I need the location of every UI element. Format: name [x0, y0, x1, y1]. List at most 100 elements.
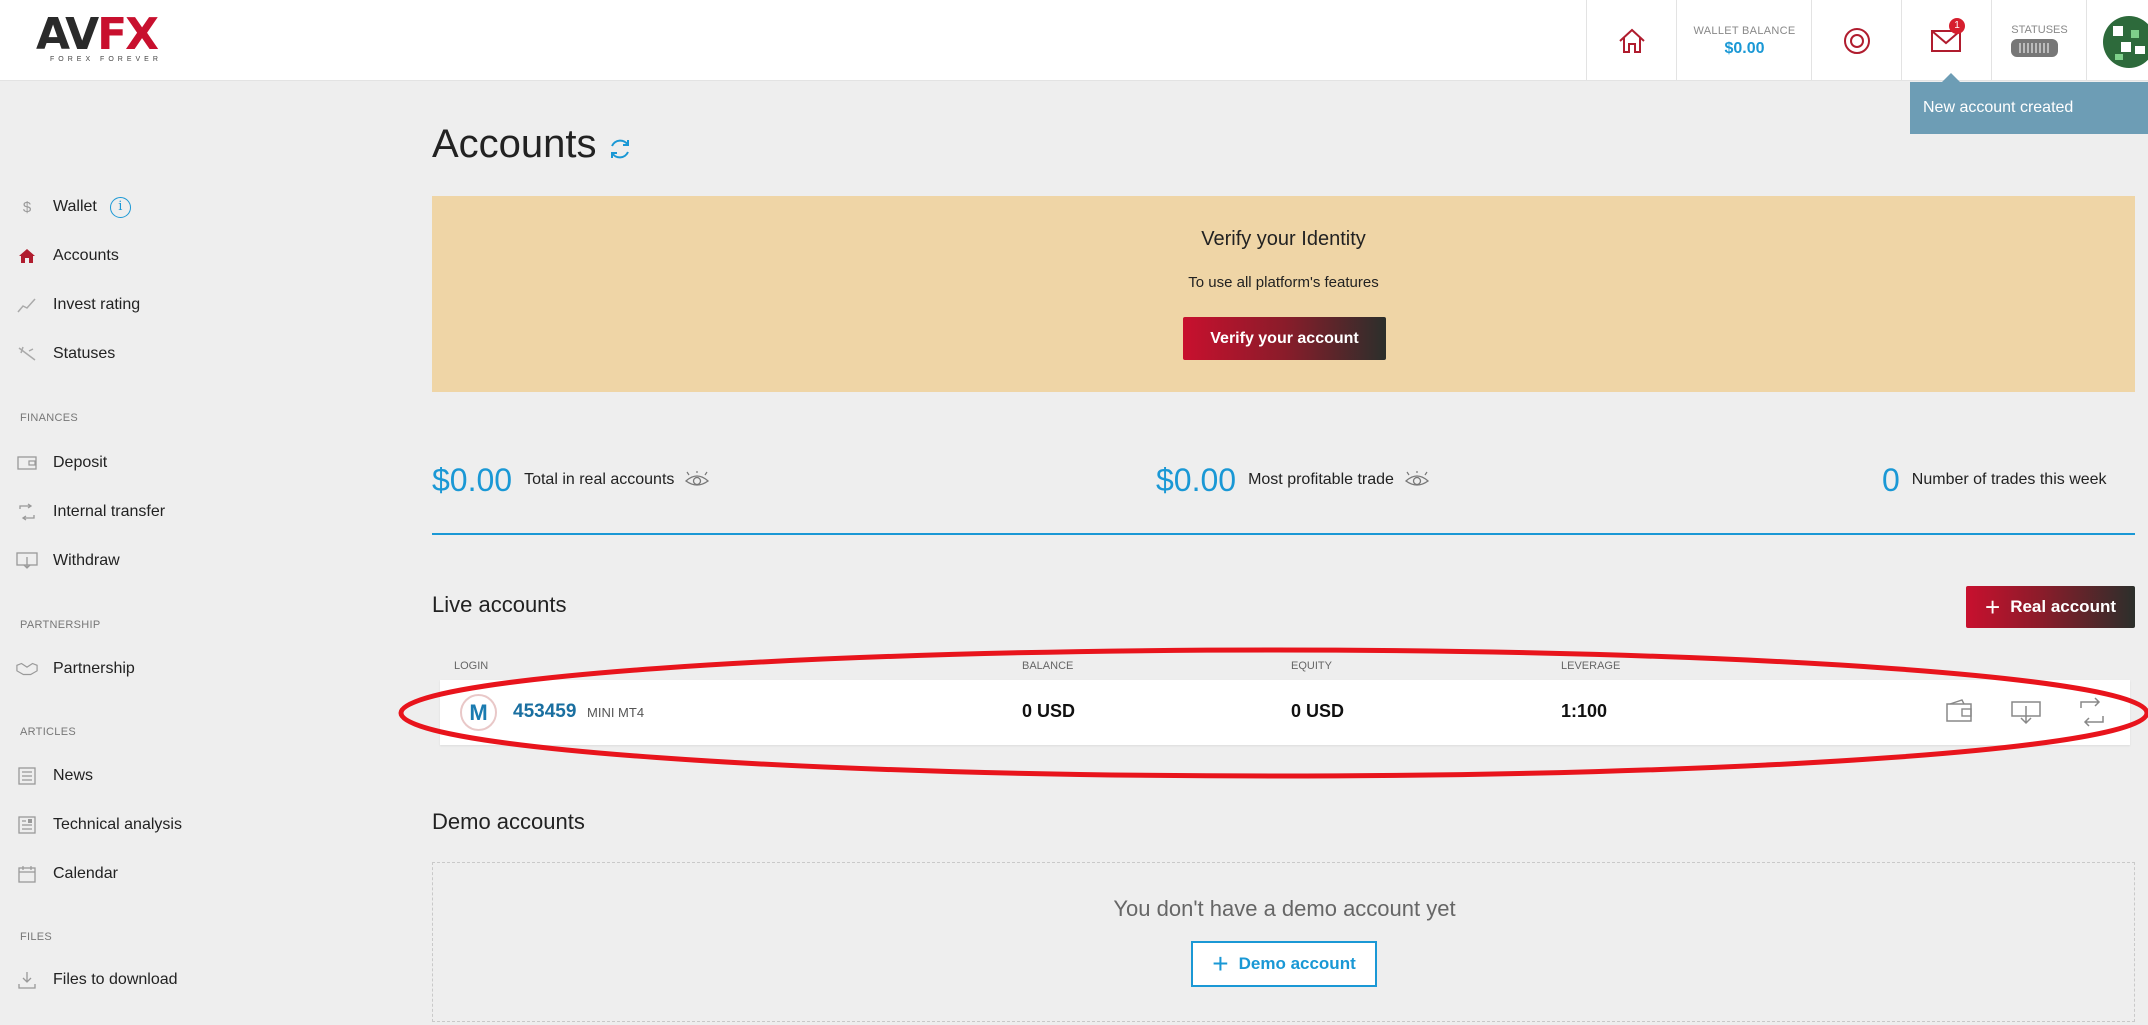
- avatar[interactable]: [2103, 16, 2148, 68]
- sidebar-item-label: Calendar: [53, 865, 118, 882]
- account-equity: 0 USD: [1291, 701, 1345, 721]
- transfer-icon: [16, 501, 38, 523]
- sidebar-item-label: News: [53, 767, 94, 784]
- home-button[interactable]: [1586, 0, 1676, 81]
- plus-icon: +: [1212, 948, 1229, 979]
- sidebar-item-label: Invest rating: [53, 296, 141, 313]
- verify-title: Verify your Identity: [1201, 228, 1366, 250]
- wallet-balance[interactable]: WALLET BALANCE $0.00: [1676, 0, 1811, 81]
- sidebar-item-internal-transfer[interactable]: Internal transfer: [16, 497, 165, 527]
- withdraw-icon[interactable]: [2009, 696, 2043, 728]
- top-header: AVFX FOREX FOREVER WALLET BALANCE $0.00 …: [0, 0, 2148, 81]
- sidebar-item-files-to-download[interactable]: Files to download: [16, 965, 178, 995]
- support-button[interactable]: [1811, 0, 1901, 81]
- sidebar-item-wallet[interactable]: $ Wallet i: [16, 192, 131, 222]
- wallet-balance-value: $0.00: [1724, 40, 1765, 57]
- home-icon: [1619, 28, 1645, 53]
- avatar-pattern-icon: [2113, 26, 2145, 60]
- stats-divider: [432, 533, 2135, 535]
- statuses-icon: [16, 343, 38, 365]
- sidebar-item-technical-analysis[interactable]: Technical analysis: [16, 810, 182, 840]
- sidebar-item-calendar[interactable]: Calendar: [16, 859, 118, 889]
- stat-value: 0: [1882, 461, 1900, 498]
- wallet-balance-label: WALLET BALANCE: [1693, 25, 1796, 37]
- section-files: FILES: [20, 931, 53, 943]
- sidebar-item-news[interactable]: News: [16, 761, 93, 791]
- column-leverage: LEVERAGE: [1561, 660, 1621, 672]
- chart-line-icon: [16, 294, 38, 316]
- sidebar-item-withdraw[interactable]: Withdraw: [16, 546, 120, 576]
- add-real-account-button[interactable]: + Real account: [1966, 586, 2135, 628]
- stat-most-profitable: $0.00 Most profitable trade: [1156, 460, 1430, 500]
- dollar-icon: $: [22, 198, 32, 216]
- sidebar-item-accounts[interactable]: Accounts: [16, 241, 119, 271]
- sidebar-item-label: Internal transfer: [53, 503, 166, 520]
- verify-identity-banner: Verify your Identity To use all platform…: [432, 196, 2135, 392]
- sidebar: $ Wallet i Accounts Invest rating Status…: [0, 82, 400, 1025]
- verify-account-button[interactable]: Verify your account: [1183, 317, 1386, 360]
- stat-label: Number of trades this week: [1911, 471, 2107, 488]
- account-login[interactable]: 453459: [513, 701, 576, 723]
- stat-value: $0.00: [432, 461, 513, 498]
- sidebar-item-label: Partnership: [53, 660, 135, 677]
- stat-trades-week: 0 Number of trades this week: [1882, 460, 2107, 500]
- sidebar-item-invest-rating[interactable]: Invest rating: [16, 290, 140, 320]
- section-partnership: PARTNERSHIP: [20, 619, 101, 631]
- sidebar-item-deposit[interactable]: Deposit: [16, 448, 107, 478]
- account-balance: 0 USD: [1022, 701, 1076, 721]
- column-equity: EQUITY: [1291, 660, 1332, 672]
- download-icon: [16, 969, 38, 991]
- live-accounts-title: Live accounts: [432, 592, 567, 617]
- messages-button[interactable]: 1: [1901, 0, 1991, 81]
- statuses-label: STATUSES: [2011, 24, 2068, 36]
- add-demo-account-button[interactable]: + Demo account: [1191, 941, 1377, 987]
- plus-icon: +: [1985, 592, 2001, 622]
- logo-text-b: FX: [97, 9, 159, 60]
- sidebar-item-label: Wallet: [53, 198, 97, 215]
- stat-total-real: $0.00 Total in real accounts: [432, 460, 710, 500]
- demo-accounts-title: Demo accounts: [432, 809, 585, 834]
- demo-empty-message: You don't have a demo account yet: [1113, 896, 1456, 921]
- status-progress-icon: [2011, 39, 2058, 57]
- column-login: LOGIN: [454, 660, 489, 672]
- add-demo-account-label: Demo account: [1238, 954, 1356, 973]
- analysis-icon: [16, 814, 38, 836]
- sidebar-item-partnership[interactable]: Partnership: [16, 654, 135, 684]
- wallet-icon: [16, 452, 38, 474]
- stat-value: $0.00: [1156, 461, 1237, 498]
- profile-menu[interactable]: [2086, 0, 2148, 81]
- calendar-icon: [16, 863, 38, 885]
- info-icon[interactable]: i: [109, 196, 131, 218]
- transfer-icon[interactable]: [2075, 696, 2109, 728]
- sidebar-item-label: Accounts: [53, 247, 119, 264]
- statuses-widget[interactable]: STATUSES: [1991, 0, 2086, 81]
- page-title: Accounts: [432, 122, 597, 166]
- section-articles: ARTICLES: [20, 726, 76, 738]
- mail-count-badge: 1: [1949, 18, 1965, 34]
- home-icon: [16, 245, 38, 267]
- verify-subtitle: To use all platform's features: [1188, 274, 1379, 291]
- sidebar-item-statuses[interactable]: Statuses: [16, 339, 115, 369]
- stat-label: Total in real accounts: [524, 471, 675, 488]
- logo-tagline: FOREX FOREVER: [50, 56, 162, 63]
- platform-badge: M: [460, 694, 497, 731]
- refresh-icon[interactable]: [607, 136, 633, 162]
- avfx-logo[interactable]: AVFX FOREX FOREVER: [36, 12, 166, 70]
- withdraw-icon: [16, 550, 38, 572]
- add-real-account-label: Real account: [2010, 597, 2116, 616]
- stat-label: Most profitable trade: [1248, 471, 1394, 488]
- eye-icon[interactable]: [684, 471, 710, 489]
- notification-tooltip: New account created: [1910, 73, 2148, 134]
- sidebar-item-label: Statuses: [53, 345, 116, 362]
- demo-empty-state: You don't have a demo account yet + Demo…: [432, 862, 2135, 1022]
- sidebar-item-label: Technical analysis: [53, 816, 182, 833]
- column-balance: BALANCE: [1022, 660, 1074, 672]
- sidebar-item-label: Withdraw: [53, 552, 120, 569]
- eye-icon[interactable]: [1404, 471, 1430, 489]
- account-type: MINI MT4: [587, 705, 645, 720]
- lifebuoy-icon: [1844, 28, 1870, 54]
- handshake-icon: [16, 658, 38, 680]
- news-icon: [16, 765, 38, 787]
- deposit-wallet-icon[interactable]: [1942, 696, 1976, 728]
- table-row[interactable]: M 453459 MINI MT4 0 USD 0 USD 1:100: [440, 680, 2130, 745]
